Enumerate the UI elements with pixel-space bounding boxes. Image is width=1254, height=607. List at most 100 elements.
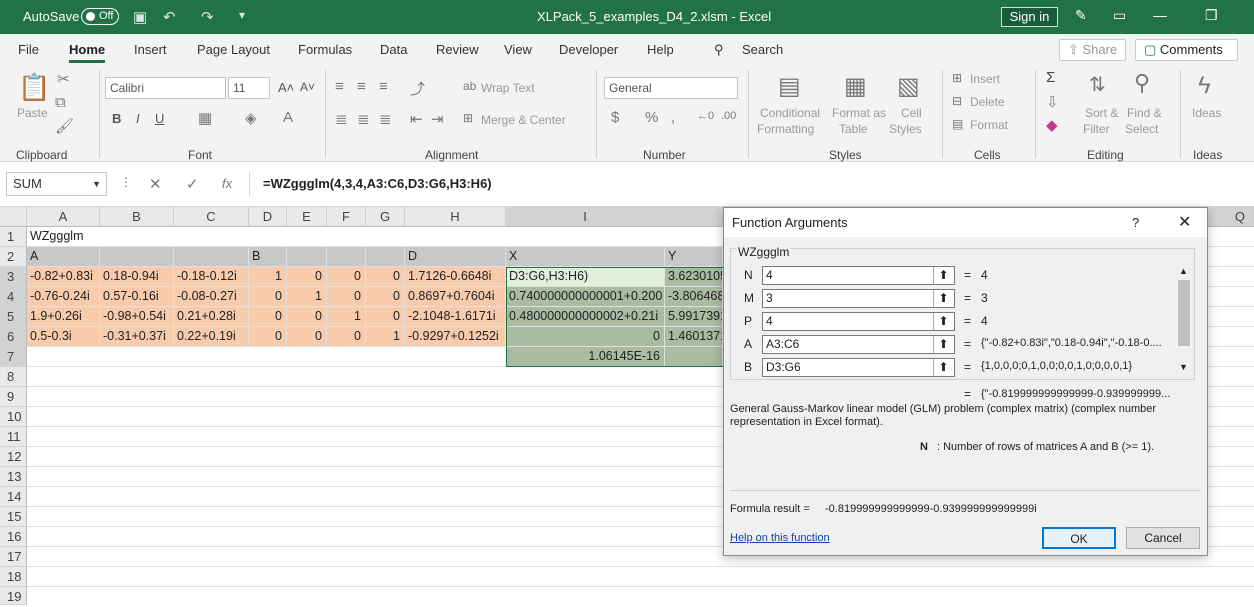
- format-painter-icon[interactable]: 🖌: [55, 117, 74, 135]
- cell-a3[interactable]: -0.82+0.83i: [27, 267, 100, 287]
- cell-i5[interactable]: 0.480000000000002+0.21i: [506, 307, 665, 327]
- formula-input[interactable]: =WZggglm(4,3,4,A3:C6,D3:G6,H3:H6): [249, 172, 1254, 196]
- tab-insert[interactable]: Insert: [134, 42, 167, 57]
- cell-e3[interactable]: 0: [287, 267, 327, 287]
- italic-button[interactable]: I: [136, 111, 140, 126]
- cell-i3[interactable]: D3:G6,H3:H6): [506, 267, 665, 287]
- redo-icon[interactable]: ↷: [201, 8, 214, 26]
- decrease-indent-icon[interactable]: ⇤: [410, 110, 423, 128]
- cell-h6[interactable]: -0.9297+0.1252i: [405, 327, 506, 347]
- cell-c2[interactable]: [174, 247, 249, 267]
- cell-e2[interactable]: [287, 247, 327, 267]
- format-table-label-1[interactable]: Format as: [832, 106, 886, 120]
- cell-styles-label-2[interactable]: Styles: [889, 122, 922, 136]
- cell-a4[interactable]: -0.76-0.24i: [27, 287, 100, 307]
- comments-button[interactable]: ▢ Comments: [1135, 39, 1238, 61]
- format-as-table-icon[interactable]: ▦: [844, 72, 867, 101]
- row-header[interactable]: 5: [0, 307, 27, 327]
- cell-j2[interactable]: Y: [665, 247, 723, 267]
- col-header-e[interactable]: E: [287, 207, 327, 227]
- cell-h4[interactable]: 0.8697+0.7604i: [405, 287, 506, 307]
- save-icon[interactable]: ▣: [133, 8, 147, 26]
- align-center-icon[interactable]: ≣: [357, 110, 370, 128]
- paste-label[interactable]: Paste: [17, 106, 48, 120]
- cell-styles-icon[interactable]: ▧: [897, 72, 920, 101]
- format-table-label-2[interactable]: Table: [839, 122, 868, 136]
- decrease-font-icon[interactable]: A˅: [300, 80, 315, 94]
- cell-g2[interactable]: [366, 247, 405, 267]
- tab-review[interactable]: Review: [436, 42, 479, 57]
- cell-styles-label-1[interactable]: Cell: [901, 106, 922, 120]
- row-header[interactable]: 6: [0, 327, 27, 347]
- col-header-g[interactable]: G: [366, 207, 405, 227]
- collapse-dialog-icon[interactable]: ⬆: [933, 267, 953, 284]
- customize-qat-icon[interactable]: ▾: [239, 8, 245, 22]
- cell-c3[interactable]: -0.18-0.12i: [174, 267, 249, 287]
- cell-a2[interactable]: A: [27, 247, 100, 267]
- conditional-formatting-icon[interactable]: ▤: [778, 72, 801, 101]
- args-scrollbar[interactable]: ▲ ▼: [1176, 266, 1192, 376]
- row-header[interactable]: 16: [0, 527, 27, 547]
- sort-label-1[interactable]: Sort &: [1085, 106, 1118, 120]
- autosum-icon[interactable]: Σ: [1046, 69, 1055, 86]
- arg-input-b[interactable]: D3:G6: [762, 358, 955, 377]
- restore-icon[interactable]: ❐: [1205, 7, 1218, 24]
- cell-a1[interactable]: WZggglm: [27, 227, 249, 247]
- cell-f3[interactable]: 0: [327, 267, 366, 287]
- percent-icon[interactable]: %: [645, 109, 658, 126]
- tab-formulas[interactable]: Formulas: [298, 42, 352, 57]
- conditional-label-1[interactable]: Conditional: [760, 106, 820, 120]
- cell-f2[interactable]: [327, 247, 366, 267]
- cancel-button[interactable]: Cancel: [1126, 527, 1200, 549]
- row-header[interactable]: 3: [0, 267, 27, 287]
- borders-icon[interactable]: ▦: [198, 109, 212, 127]
- chevron-down-icon[interactable]: ▼: [92, 173, 101, 195]
- cell-i2[interactable]: X: [506, 247, 665, 267]
- autosave-toggle[interactable]: Off: [81, 8, 119, 25]
- row-header[interactable]: 7: [0, 347, 27, 367]
- arg-input-m[interactable]: 3: [762, 289, 955, 308]
- cell-c4[interactable]: -0.08-0.27i: [174, 287, 249, 307]
- delete-cells-icon[interactable]: ⊟: [952, 94, 962, 108]
- sort-label-2[interactable]: Filter: [1083, 122, 1110, 136]
- font-name-combo[interactable]: Calibri: [105, 77, 226, 99]
- collapse-dialog-icon[interactable]: ⬆: [933, 336, 953, 353]
- sort-filter-icon[interactable]: ⇅: [1089, 72, 1106, 97]
- cell-e6[interactable]: 0: [287, 327, 327, 347]
- cell-i4[interactable]: 0.740000000000001+0.200: [506, 287, 665, 307]
- col-header-h[interactable]: H: [405, 207, 506, 227]
- cell-i6[interactable]: 0: [506, 327, 665, 347]
- col-header-i[interactable]: I: [506, 207, 665, 227]
- close-icon[interactable]: ✕: [1178, 208, 1191, 237]
- row-header[interactable]: 18: [0, 567, 27, 587]
- cut-icon[interactable]: ✂: [57, 70, 70, 88]
- row-header[interactable]: 9: [0, 387, 27, 407]
- col-header-a[interactable]: A: [27, 207, 100, 227]
- search-box[interactable]: Search: [742, 42, 783, 57]
- top-align-icon[interactable]: ≡: [335, 78, 344, 95]
- cell-b5[interactable]: -0.98+0.54i: [100, 307, 174, 327]
- cell-f6[interactable]: 0: [327, 327, 366, 347]
- row-header[interactable]: 15: [0, 507, 27, 527]
- row-header[interactable]: 11: [0, 427, 27, 447]
- merge-icon[interactable]: ⊞: [463, 111, 473, 125]
- cell-b6[interactable]: -0.31+0.37i: [100, 327, 174, 347]
- tab-home[interactable]: Home: [69, 42, 106, 63]
- bold-button[interactable]: B: [112, 111, 121, 126]
- row-header[interactable]: 8: [0, 367, 27, 387]
- currency-icon[interactable]: $: [611, 109, 619, 126]
- cell-d5[interactable]: 0: [249, 307, 287, 327]
- tab-view[interactable]: View: [504, 42, 532, 57]
- scroll-up-icon[interactable]: ▲: [1179, 266, 1188, 276]
- row-header[interactable]: 14: [0, 487, 27, 507]
- font-size-combo[interactable]: 11: [228, 77, 270, 99]
- orientation-icon[interactable]: ⤴: [410, 78, 425, 99]
- row-header[interactable]: 17: [0, 547, 27, 567]
- col-header-d[interactable]: D: [249, 207, 287, 227]
- ok-button[interactable]: OK: [1042, 527, 1116, 549]
- cell-i7[interactable]: 1.06145E-16: [506, 347, 665, 367]
- fill-color-icon[interactable]: ◈: [245, 109, 257, 127]
- row-header[interactable]: 1: [0, 227, 27, 247]
- cell-f4[interactable]: 0: [327, 287, 366, 307]
- row-header[interactable]: 13: [0, 467, 27, 487]
